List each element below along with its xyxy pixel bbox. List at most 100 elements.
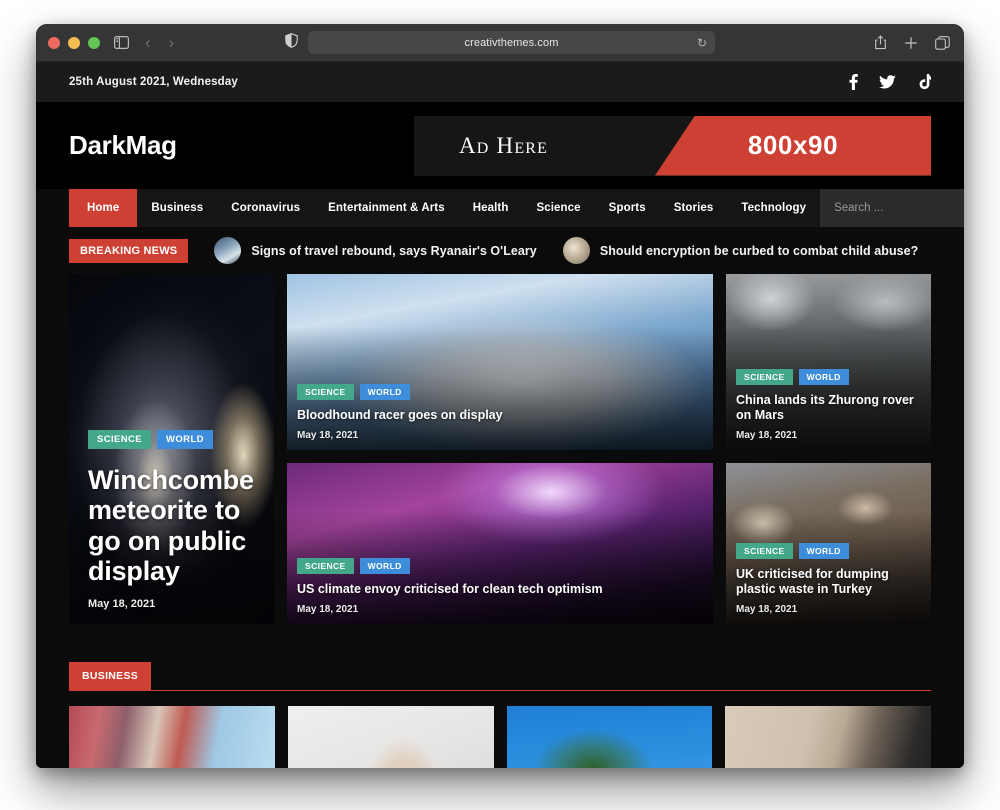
card-content: SCIENCE WORLD UK criticised for dumping … [736,542,921,615]
share-icon[interactable] [874,35,887,50]
ticker-item-title: Should encryption be curbed to combat ch… [599,243,919,258]
card-tags: SCIENCE WORLD [88,430,255,450]
sidebar-icon[interactable] [114,36,129,49]
nav-item-stories[interactable]: Stories [660,189,728,227]
new-tab-icon[interactable] [904,36,918,50]
card-content: SCIENCE WORLD China lands its Zhurong ro… [736,368,921,441]
nav-item-business[interactable]: Business [137,189,217,227]
card-content: SCIENCE WORLD Bloodhound racer goes on d… [297,384,703,441]
shield-icon[interactable] [285,32,298,53]
tag-world[interactable]: WORLD [359,384,410,401]
site-logo[interactable]: DarkMag [69,130,177,161]
search-box [820,189,964,227]
breaking-news-ticker: BREAKING NEWS Signs of travel rebound, s… [36,227,964,274]
featured-grid: SCIENCE WORLD Bloodhound racer goes on d… [69,274,931,624]
business-section-header: BUSINESS [69,662,931,691]
browser-toolbar-right [874,35,950,50]
tabs-icon[interactable] [935,35,950,50]
nav-item-home[interactable]: Home [69,189,138,227]
card-tags: SCIENCE WORLD [297,384,703,401]
browser-nav-arrows: ‹ › [145,34,174,51]
featured-card-climate-envoy[interactable]: SCIENCE WORLD US climate envoy criticise… [287,463,713,624]
card-date: May 18, 2021 [297,430,359,441]
business-card-grid [69,706,931,768]
card-title: Winchcombe meteorite to go on public dis… [88,465,254,586]
ad-banner[interactable]: Ad Here 800x90 [414,115,931,176]
card-title: China lands its Zhurong rover on Mars [736,392,914,423]
card-date: May 18, 2021 [297,604,359,615]
address-bar[interactable]: creativthemes.com ↻ [308,31,715,54]
ticker-item-2[interactable]: Should encryption be curbed to combat ch… [562,237,919,264]
card-tags: SCIENCE WORLD [736,368,921,385]
card-tags: SCIENCE WORLD [736,542,921,559]
nav-item-technology[interactable]: Technology [727,189,820,227]
featured-card-winchcombe[interactable]: SCIENCE WORLD Winchcombe meteorite to go… [69,274,274,624]
site-header: DarkMag Ad Here 800x90 [36,102,964,189]
current-date: 25th August 2021, Wednesday [69,76,238,88]
card-image [69,706,275,768]
card-date: May 18, 2021 [88,598,156,610]
ticker-item-title: Signs of travel rebound, says Ryanair's … [251,243,537,258]
card-title: Bloodhound racer goes on display [297,408,503,423]
url-text: creativthemes.com [464,36,559,49]
breaking-news-badge: BREAKING NEWS [69,238,189,263]
page-root: ‹ › creativthemes.com ↻ 25th August 2021… [0,0,1000,810]
tag-world[interactable]: WORLD [798,368,849,385]
site-topbar: 25th August 2021, Wednesday [36,62,964,102]
business-card-3[interactable] [506,706,713,768]
tag-science[interactable]: SCIENCE [736,368,793,385]
card-image [287,706,494,768]
featured-card-bloodhound[interactable]: SCIENCE WORLD Bloodhound racer goes on d… [287,274,713,450]
tag-science[interactable]: SCIENCE [297,558,354,575]
main-navigation: Home Business Coronavirus Entertainment … [69,189,964,227]
tag-science[interactable]: SCIENCE [736,542,793,559]
ticker-thumbnail-icon [214,237,242,264]
card-content: SCIENCE WORLD US climate envoy criticise… [297,558,703,615]
minimize-window-button[interactable] [68,36,80,49]
ticker-items: Signs of travel rebound, says Ryanair's … [188,237,931,264]
business-card-4[interactable] [725,706,931,768]
search-input[interactable] [834,202,964,214]
tag-world[interactable]: WORLD [798,542,849,559]
featured-card-plastic-waste[interactable]: SCIENCE WORLD UK criticised for dumping … [726,463,931,624]
ticker-thumbnail-icon [562,237,590,264]
ticker-item-1[interactable]: Signs of travel rebound, says Ryanair's … [214,237,537,264]
nav-item-entertainment-arts[interactable]: Entertainment & Arts [314,189,459,227]
tag-world[interactable]: WORLD [359,558,410,575]
twitter-icon[interactable] [879,75,896,89]
site-content: 25th August 2021, Wednesday DarkMag Ad H… [36,62,964,768]
browser-toolbar: ‹ › creativthemes.com ↻ [36,24,964,62]
social-links [849,74,931,90]
tiktok-icon[interactable] [917,74,931,90]
card-tags: SCIENCE WORLD [297,558,703,575]
card-title: UK criticised for dumping plastic waste … [736,566,889,597]
zoom-window-button[interactable] [88,36,100,49]
nav-item-science[interactable]: Science [522,189,594,227]
tag-science[interactable]: SCIENCE [297,384,354,401]
card-date: May 18, 2021 [736,604,798,615]
nav-item-sports[interactable]: Sports [595,189,660,227]
business-card-2[interactable] [287,706,494,768]
reload-icon[interactable]: ↻ [697,37,707,49]
address-bar-group: creativthemes.com ↻ [285,31,715,54]
ad-size-panel: 800x90 [655,115,931,176]
window-traffic-lights [48,36,100,49]
section-badge-business[interactable]: BUSINESS [69,662,152,690]
tag-science[interactable]: SCIENCE [88,430,152,450]
nav-item-coronavirus[interactable]: Coronavirus [217,189,314,227]
card-image [506,706,713,768]
ad-here-label: Ad Here [459,132,549,158]
ad-size-label: 800x90 [747,130,839,160]
facebook-icon[interactable] [849,74,858,90]
business-section: BUSINESS [69,662,931,768]
close-window-button[interactable] [48,36,60,49]
card-date: May 18, 2021 [736,430,798,441]
nav-item-health[interactable]: Health [459,189,523,227]
featured-card-zhurong[interactable]: SCIENCE WORLD China lands its Zhurong ro… [726,274,931,450]
forward-button[interactable]: › [169,34,175,51]
tag-world[interactable]: WORLD [157,430,213,450]
nav-items: Home Business Coronavirus Entertainment … [69,189,820,227]
card-image [725,706,931,768]
back-button[interactable]: ‹ [145,34,151,51]
business-card-1[interactable] [69,706,275,768]
